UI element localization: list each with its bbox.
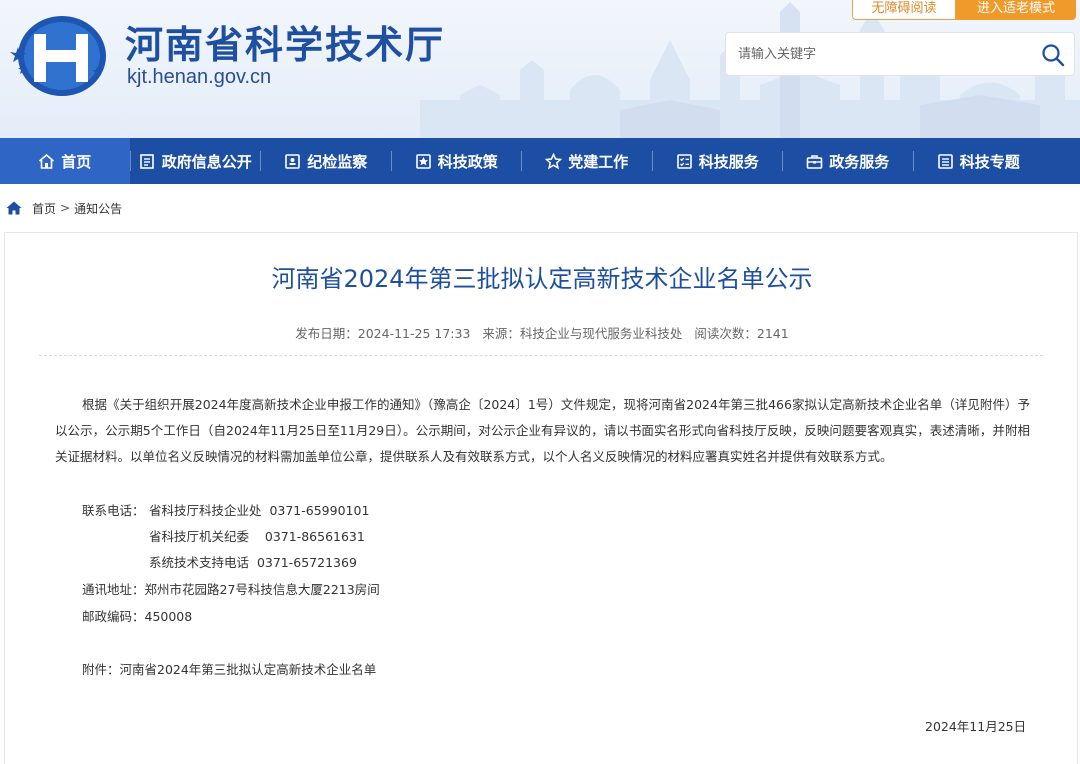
article-title: 河南省2024年第三批拟认定高新技术企业名单公示 (271, 265, 813, 293)
nav-label: 科技服务 (698, 152, 759, 171)
nav-item-gov-info[interactable]: 政府信息公开 (131, 138, 261, 184)
attachment-link[interactable]: 附件：河南省2024年第三批拟认定高新技术企业名单 (82, 662, 376, 678)
search-input[interactable] (726, 33, 1026, 75)
breadcrumb-home-link[interactable]: 首页 (32, 200, 56, 217)
top-function-buttons: 无障碍阅读 进入适老模式 (852, 0, 1076, 20)
nav-item-party[interactable]: 党建工作 (522, 138, 652, 184)
nav-item-topics[interactable]: 科技专题 (914, 138, 1044, 184)
document-icon (139, 153, 154, 169)
contact-phone-label: 联系电话： (82, 503, 145, 518)
read-count: 阅读次数：2141 (694, 326, 789, 341)
breadcrumb-current-link[interactable]: 通知公告 (74, 200, 122, 217)
article-meta: 发布日期：2024-11-25 17:33 来源：科技企业与现代服务业科技处 阅… (5, 323, 1079, 342)
henan-emblem-logo (10, 16, 106, 96)
star-icon (545, 152, 563, 169)
search-icon[interactable] (1040, 42, 1066, 68)
nav-label: 政府信息公开 (161, 152, 252, 171)
site-domain: kjt.henan.gov.cn (127, 66, 272, 88)
site-title[interactable]: 河南省科学技术厅 (125, 14, 445, 69)
article-body: 根据《关于组织开展2024年度高新技术企业申报工作的通知》（豫高企〔2024〕1… (55, 397, 1031, 465)
elder-mode-button[interactable]: 进入适老模式 (956, 0, 1076, 20)
policy-icon (415, 153, 431, 169)
contact-line: 省科技厅科技企业处 0371-65990101 (149, 503, 370, 518)
nav-item-gov-service[interactable]: 政务服务 (783, 138, 913, 184)
article-source: 来源：科技企业与现代服务业科技处 (482, 326, 683, 341)
article-panel: 河南省2024年第三批拟认定高新技术企业名单公示 发布日期：2024-11-25… (4, 232, 1078, 764)
site-header: 河南省科学技术厅 kjt.henan.gov.cn 无障碍阅读 进入适老模式 (0, 0, 1080, 138)
publish-date: 发布日期：2024-11-25 17:33 (295, 326, 471, 341)
home-icon (39, 153, 55, 169)
nav-item-tech-service[interactable]: 科技服务 (653, 138, 783, 184)
breadcrumb: 首页 > 通知公告 (6, 199, 122, 217)
nav-label: 纪检监察 (307, 152, 368, 171)
postal-code: 邮政编码：450008 (82, 609, 193, 624)
inspection-icon (285, 153, 301, 169)
meta-divider (39, 355, 1043, 356)
briefcase-icon (806, 154, 823, 169)
signature-date: 2024年11月25日 (925, 719, 1027, 734)
checklist-icon (676, 153, 692, 169)
nav-item-home[interactable]: 首页 (0, 138, 130, 184)
home-icon[interactable] (6, 201, 22, 215)
main-navigation: 首页 政府信息公开 纪检监察 科技政策 党建工作 科技服务 政务服务 科技专题 (0, 138, 1080, 184)
breadcrumb-separator: > (60, 201, 71, 215)
nav-label: 党建工作 (568, 152, 629, 171)
nav-label: 科技专题 (959, 152, 1020, 171)
accessible-reading-button[interactable]: 无障碍阅读 (852, 0, 956, 20)
nav-label: 科技政策 (437, 152, 498, 171)
nav-label: 政务服务 (829, 152, 890, 171)
mailing-address: 通讯地址：郑州市花园路27号科技信息大厦2213房间 (82, 582, 380, 597)
nav-label: 首页 (61, 152, 92, 171)
nav-item-discipline[interactable]: 纪检监察 (261, 138, 391, 184)
contact-line: 省科技厅机关纪委 0371-86561631 (149, 529, 365, 544)
contact-line: 系统技术支持电话 0371-65721369 (149, 555, 357, 570)
nav-item-policy[interactable]: 科技政策 (392, 138, 522, 184)
list-icon (937, 153, 953, 169)
search-box (725, 32, 1075, 76)
